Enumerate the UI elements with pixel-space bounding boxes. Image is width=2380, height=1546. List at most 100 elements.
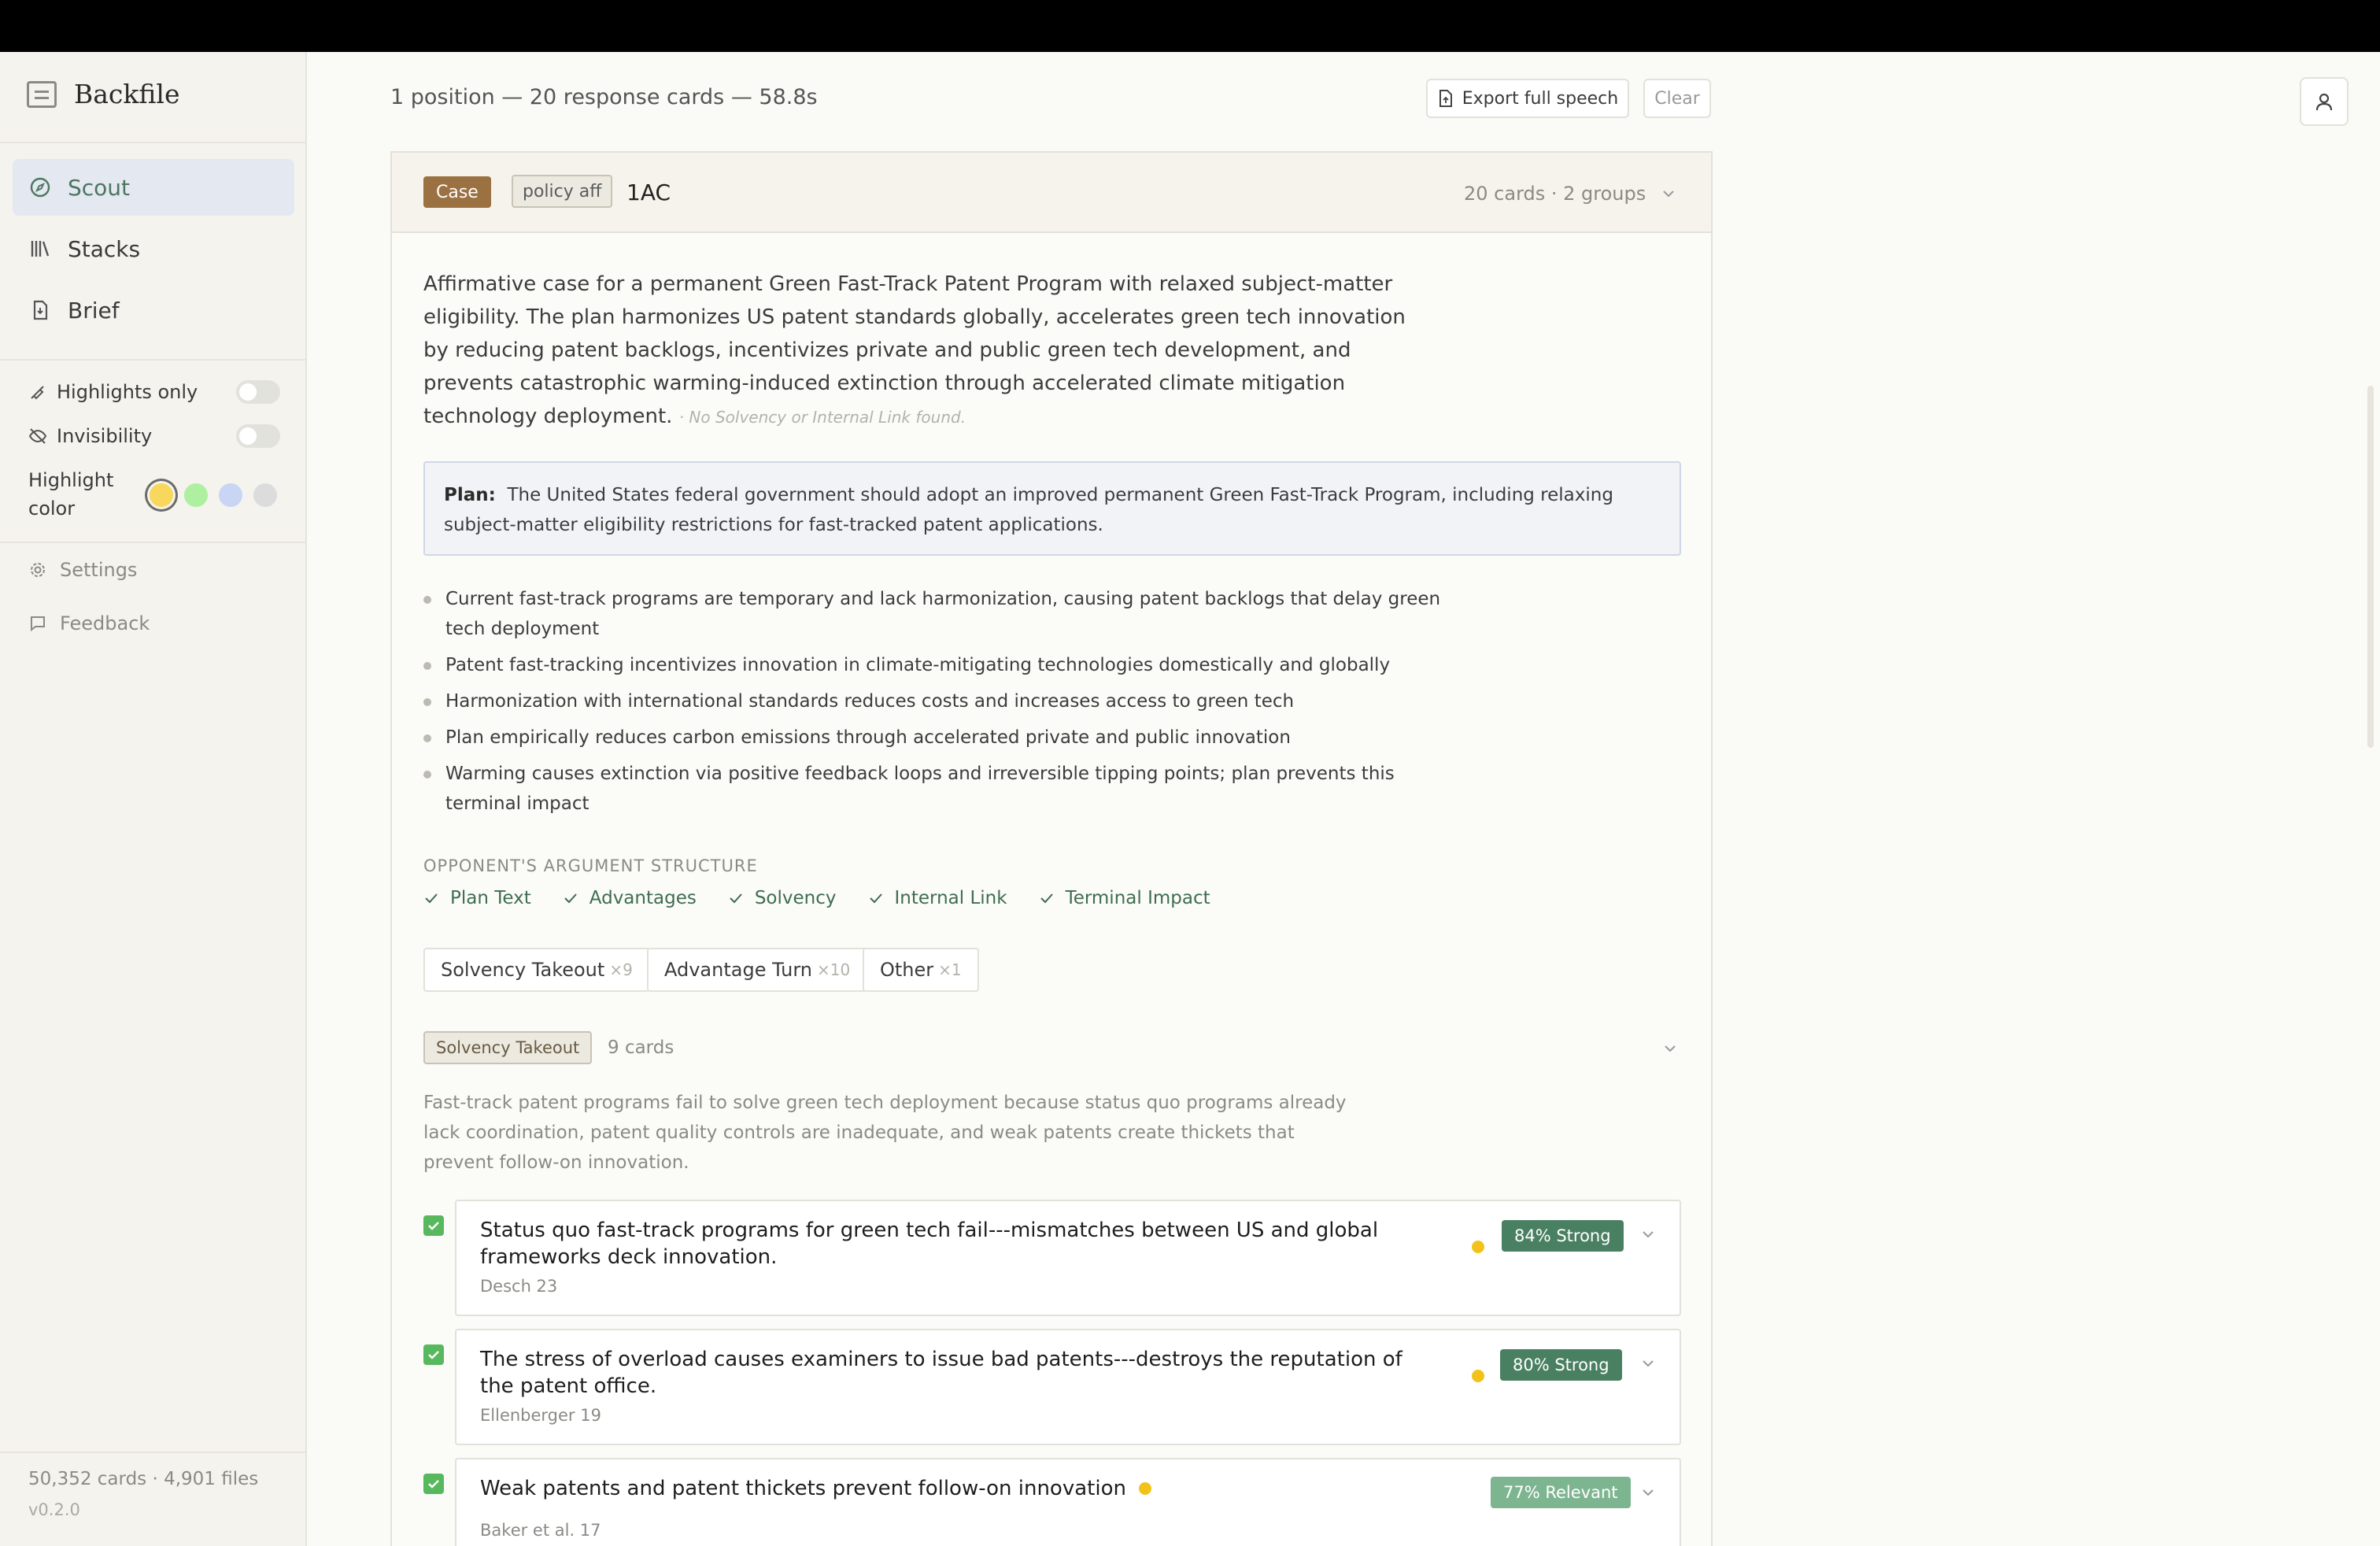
structure-label: Plan Text <box>450 888 531 908</box>
response-author: Ellenberger 19 <box>480 1406 601 1425</box>
check-icon <box>428 1222 439 1230</box>
user-menu-button[interactable] <box>2300 77 2349 126</box>
highlight-dot <box>1139 1482 1152 1495</box>
scrollbar[interactable] <box>2367 386 2374 748</box>
nav-item-stacks[interactable]: Stacks <box>13 220 294 277</box>
response-title: Status quo fast-track programs for green… <box>480 1219 1379 1269</box>
score-badge: 77% Relevant <box>1491 1477 1631 1508</box>
filter-chip-solvency-takeout[interactable]: Solvency Takeout ×9 <box>423 948 650 992</box>
brand[interactable]: Backfile <box>27 79 180 109</box>
chip-label: Other <box>880 959 934 981</box>
toggle-label: Highlights only <box>57 381 198 403</box>
response-checkbox[interactable] <box>423 1344 444 1365</box>
response-title: Weak patents and patent thickets prevent… <box>480 1475 1152 1502</box>
check-icon <box>428 1351 439 1359</box>
export-speech-button[interactable]: Export full speech <box>1426 79 1629 118</box>
feedback-link[interactable]: Feedback <box>28 608 150 639</box>
file-icon <box>28 298 52 322</box>
feedback-label: Feedback <box>60 612 150 634</box>
case-description-text: Affirmative case for a permanent Green F… <box>423 272 1406 428</box>
case-card: Case policy aff 1AC 20 cards · 2 groups … <box>390 151 1713 1546</box>
response-checkbox[interactable] <box>423 1474 444 1494</box>
filter-chip-advantage-turn[interactable]: Advantage Turn ×10 <box>647 948 868 992</box>
case-header[interactable]: Case policy aff 1AC 20 cards · 2 groups <box>392 153 1711 233</box>
structure-label: Advantages <box>589 888 697 908</box>
list-item: Plan empirically reduces carbon emission… <box>423 723 1447 753</box>
chip-count: ×1 <box>938 960 962 979</box>
structure-label: Terminal Impact <box>1065 888 1210 908</box>
nav-item-scout[interactable]: Scout <box>13 159 294 216</box>
user-icon <box>2315 93 2333 111</box>
chip-count: ×10 <box>816 960 851 979</box>
filter-chip-other[interactable]: Other ×1 <box>863 948 979 992</box>
swatch-blue[interactable] <box>219 483 242 507</box>
highlight-color-label: Highlight color <box>28 469 114 520</box>
eye-off-icon <box>28 428 47 444</box>
system-top-bar <box>0 0 2380 52</box>
chip-label: Solvency Takeout <box>441 959 605 981</box>
list-item: Patent fast-tracking incentivizes innova… <box>423 650 1447 680</box>
response-card[interactable]: Weak patents and patent thickets prevent… <box>455 1458 1681 1546</box>
case-meta: 20 cards · 2 groups <box>1464 183 1646 205</box>
chip-label: Advantage Turn <box>664 959 812 981</box>
chevron-down-icon[interactable] <box>1662 1041 1678 1056</box>
gear-icon <box>31 563 45 577</box>
structure-item: Plan Text <box>423 888 531 908</box>
chevron-down-icon[interactable] <box>1661 186 1676 202</box>
plan-text: The United States federal government sho… <box>444 485 1613 535</box>
invisibility-toggle[interactable] <box>236 424 280 448</box>
response-card[interactable]: The stress of overload causes examiners … <box>455 1329 1681 1445</box>
swatch-yellow[interactable] <box>150 483 173 507</box>
response-author: Baker et al. 17 <box>480 1521 601 1540</box>
case-description: Affirmative case for a permanent Green F… <box>423 268 1423 434</box>
response-checkbox[interactable] <box>423 1215 444 1236</box>
chevron-down-icon[interactable] <box>1640 1356 1656 1371</box>
structure-heading: OPPONENT'S ARGUMENT STRUCTURE <box>423 856 758 875</box>
list-item: Harmonization with international standar… <box>423 686 1447 716</box>
check-icon <box>564 893 577 904</box>
case-badge: Case <box>423 176 491 208</box>
chevron-down-icon[interactable] <box>1640 1485 1656 1500</box>
list-item: Warming causes extinction via positive f… <box>423 759 1447 819</box>
case-points: Current fast-track programs are temporar… <box>423 584 1447 825</box>
structure-label: Solvency <box>754 888 837 908</box>
group-badge[interactable]: Solvency Takeout <box>423 1031 593 1064</box>
check-icon <box>425 893 438 904</box>
results-summary: 1 position — 20 response cards — 58.8s <box>390 85 818 109</box>
nav-item-brief[interactable]: Brief <box>13 282 294 338</box>
settings-link[interactable]: Settings <box>28 554 137 586</box>
app-name: Backfile <box>74 79 180 109</box>
swatch-green[interactable] <box>184 483 208 507</box>
chevron-down-icon[interactable] <box>1640 1226 1656 1242</box>
divider <box>0 359 307 361</box>
settings-label: Settings <box>60 559 138 581</box>
structure-label: Internal Link <box>894 888 1007 908</box>
case-title: 1AC <box>626 179 671 205</box>
app-version: v0.2.0 <box>28 1500 80 1519</box>
clear-button[interactable]: Clear <box>1643 79 1711 118</box>
toggle-label: Invisibility <box>57 425 153 447</box>
response-card[interactable]: Status quo fast-track programs for green… <box>455 1200 1681 1316</box>
structure-item: Terminal Impact <box>1039 888 1210 908</box>
sidebar: Backfile Scout Stacks Brief Highlights o… <box>0 52 307 1546</box>
check-icon <box>869 893 882 904</box>
plan-box: Plan: The United States federal governme… <box>423 461 1681 556</box>
response-author: Desch 23 <box>480 1277 558 1296</box>
highlights-only-row[interactable]: Highlights only <box>28 376 280 408</box>
divider <box>0 142 307 143</box>
list-item: Current fast-track programs are temporar… <box>423 584 1447 644</box>
case-description-note: · No Solvency or Internal Link found. <box>678 408 966 427</box>
swatch-gray[interactable] <box>253 483 277 507</box>
check-icon <box>730 893 742 904</box>
highlights-only-toggle[interactable] <box>236 380 280 404</box>
library-stats: 50,352 cards · 4,901 files <box>28 1469 259 1489</box>
divider <box>0 542 307 543</box>
response-title-text: Weak patents and patent thickets prevent… <box>480 1477 1126 1500</box>
nav-label: Scout <box>68 174 131 201</box>
score-badge: 84% Strong <box>1502 1220 1624 1252</box>
invisibility-row[interactable]: Invisibility <box>28 420 280 452</box>
chip-count: ×9 <box>609 960 633 979</box>
structure-list: Plan Text Advantages Solvency Internal L… <box>423 888 1242 908</box>
structure-item: Solvency <box>728 888 837 908</box>
score-badge: 80% Strong <box>1500 1349 1622 1381</box>
